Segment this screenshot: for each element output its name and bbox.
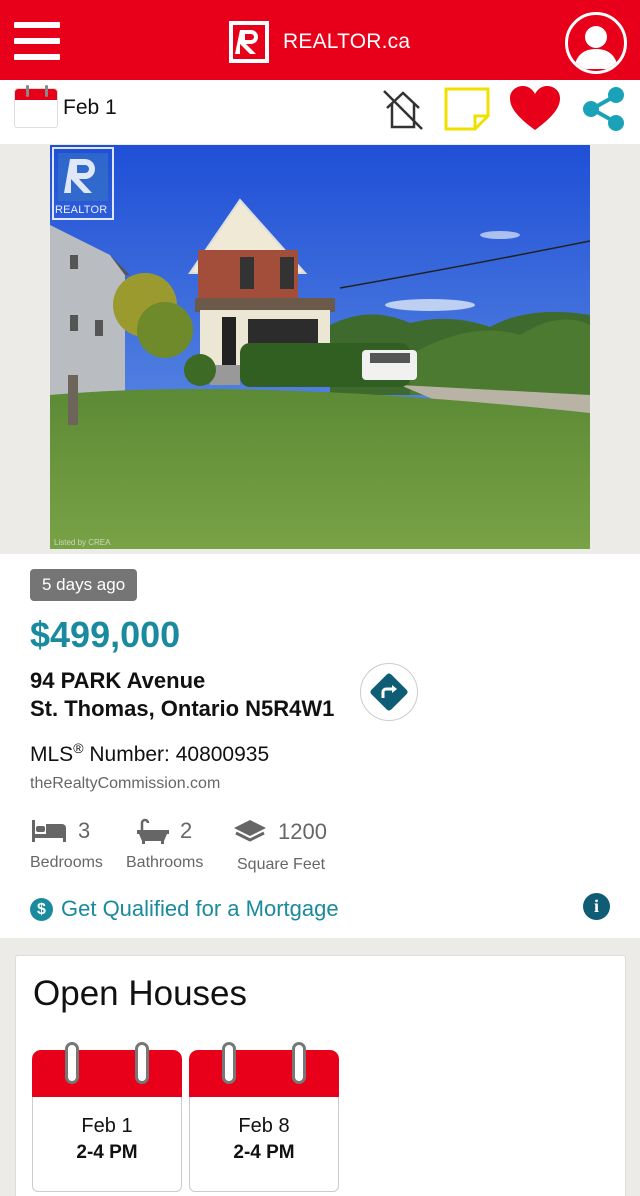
listing-price: $499,000 bbox=[30, 614, 181, 655]
mortgage-link[interactable]: $ Get Qualified for a Mortgage bbox=[30, 896, 339, 922]
open-houses-title: Open Houses bbox=[33, 974, 248, 1013]
bedrooms-spec: 3 Bedrooms bbox=[30, 818, 103, 872]
open-house-time: 2-4 PM bbox=[233, 1142, 295, 1163]
calendar-icon bbox=[14, 85, 58, 128]
watermark-text: REALTOR bbox=[55, 204, 108, 216]
share-icon[interactable] bbox=[580, 86, 626, 132]
bedrooms-label: Bedrooms bbox=[30, 854, 103, 871]
open-house-date[interactable]: Feb 1 2-4 PM bbox=[32, 1042, 182, 1192]
mortgage-label: Get Qualified for a Mortgage bbox=[61, 896, 339, 921]
realtor-watermark-icon: REALTOR bbox=[52, 147, 114, 220]
mls-number: MLS® Number: 40800935 bbox=[30, 740, 270, 766]
bathrooms-spec: 2 Bathrooms bbox=[126, 818, 203, 872]
address-line-2: St. Thomas, Ontario N5R4W1 bbox=[30, 696, 335, 721]
hamburger-menu-icon[interactable] bbox=[14, 22, 60, 60]
heart-icon[interactable] bbox=[509, 86, 561, 132]
listing-photo[interactable]: REALTOR Listed by CREA bbox=[50, 145, 590, 549]
action-bar: Feb 1 bbox=[0, 80, 640, 144]
square-feet-spec: 1200 Square Feet bbox=[232, 818, 327, 874]
bathrooms-count: 2 bbox=[180, 818, 193, 843]
open-houses-card: Open Houses Feb 1 2-4 PM Feb 8 2-4 PM bbox=[15, 955, 626, 1196]
calendar-date-chip[interactable]: Feb 1 bbox=[14, 85, 117, 128]
calendar-icon bbox=[32, 1050, 182, 1097]
listing-details: 5 days ago $499,000 94 PARK Avenue St. T… bbox=[0, 554, 640, 938]
address-line-1: 94 PARK Avenue bbox=[30, 668, 206, 693]
calendar-icon bbox=[189, 1050, 339, 1097]
app-header: REALTOR.ca bbox=[0, 0, 640, 80]
directions-icon bbox=[370, 673, 408, 711]
sticky-note-icon[interactable] bbox=[444, 86, 490, 132]
layers-icon bbox=[234, 820, 266, 842]
square-feet-value: 1200 bbox=[278, 819, 327, 844]
crossed-house-icon[interactable] bbox=[380, 86, 426, 132]
photo-area: REALTOR Listed by CREA bbox=[0, 144, 640, 554]
realtor-logo[interactable]: REALTOR.ca bbox=[229, 20, 410, 64]
bedrooms-count: 3 bbox=[78, 818, 91, 843]
open-house-date[interactable]: Feb 8 2-4 PM bbox=[189, 1042, 339, 1192]
posted-badge: 5 days ago bbox=[30, 569, 138, 601]
bathtub-icon bbox=[137, 818, 169, 844]
realtor-r-icon bbox=[229, 21, 269, 63]
selected-date: Feb 1 bbox=[63, 96, 117, 119]
dollar-icon: $ bbox=[30, 897, 53, 921]
user-account-icon[interactable] bbox=[565, 12, 627, 74]
open-house-time: 2-4 PM bbox=[76, 1142, 138, 1163]
photo-credit: Listed by CREA bbox=[54, 538, 111, 547]
logo-text: REALTOR.ca bbox=[283, 30, 411, 53]
open-house-day: Feb 8 bbox=[238, 1115, 290, 1137]
bed-icon bbox=[32, 820, 66, 842]
brokerage-name[interactable]: theRealtyCommission.com bbox=[30, 775, 220, 793]
info-icon[interactable]: i bbox=[583, 893, 610, 920]
bathrooms-label: Bathrooms bbox=[126, 854, 204, 871]
directions-button[interactable] bbox=[360, 663, 418, 721]
open-house-day: Feb 1 bbox=[81, 1115, 133, 1137]
square-feet-label: Square Feet bbox=[237, 856, 326, 873]
